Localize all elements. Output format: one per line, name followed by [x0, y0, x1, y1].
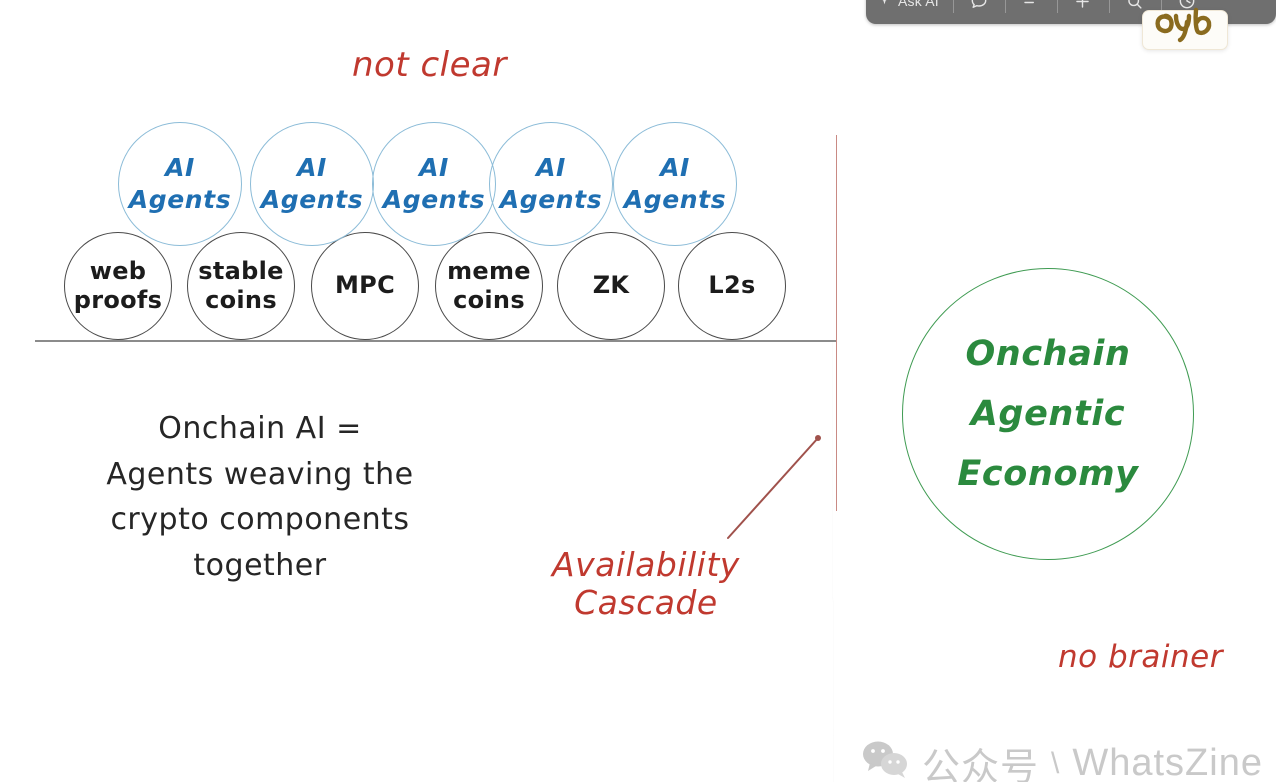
wechat-label: 公众号	[922, 747, 1040, 782]
bubble-line-1: stable	[198, 256, 284, 285]
bubble-line-3: Economy	[957, 454, 1139, 495]
bubble-line-1: Onchain	[965, 333, 1131, 374]
not-clear-label: not clear	[352, 45, 507, 85]
bubble-line-1: AI	[419, 152, 449, 182]
onchain-agentic-economy-bubble[interactable]: Onchain Agentic Economy	[902, 268, 1194, 560]
wechat-icon	[862, 739, 910, 782]
availability-arrow	[727, 435, 821, 539]
definition-line-1: Onchain AI =	[158, 411, 362, 446]
whiteboard-canvas: Ask AI not clear Availability Cascade no…	[0, 0, 1276, 782]
availability-cascade-line-1: Availability	[552, 545, 740, 584]
bubble-line-2: coins	[205, 286, 277, 314]
bubble-line-1: AI	[660, 152, 690, 182]
summary-button[interactable]	[1004, 0, 1057, 24]
watermark-separator: \	[1051, 746, 1061, 780]
availability-cascade-line-2: Cascade	[574, 583, 718, 623]
ai-agents-bubble[interactable]: AI Agents	[613, 122, 737, 246]
bubble-line-1: AI	[536, 152, 566, 182]
definition-line-4: together	[193, 547, 327, 583]
toolbar-popup-card[interactable]	[1142, 10, 1228, 50]
bubble-line-1: meme	[447, 256, 531, 285]
component-bubble-stable-coins[interactable]: stable coins	[187, 232, 295, 340]
definition-line-3: crypto components	[110, 502, 410, 538]
comment-button[interactable]	[952, 0, 1005, 24]
add-button[interactable]	[1056, 0, 1109, 24]
bubble-line-2: Agents	[499, 185, 603, 214]
comment-icon	[969, 0, 989, 11]
component-bubble-web-proofs[interactable]: web proofs	[64, 232, 172, 340]
bubble-line-2: coins	[453, 286, 525, 314]
ai-agents-bubble[interactable]: AI Agents	[118, 122, 242, 246]
bubble-line-2: Agents	[128, 185, 232, 214]
bubble-line-1: AI	[297, 152, 327, 182]
lines-icon	[1020, 0, 1042, 10]
vertical-axis-line	[836, 135, 837, 511]
bubble-line-2: Agents	[382, 185, 486, 214]
ask-ai-label: Ask AI	[898, 0, 939, 9]
watermark-brand: WhatsZine	[1072, 742, 1263, 782]
bubble-line-2: Agents	[623, 185, 727, 214]
definition-line-2: Agents weaving the	[106, 456, 414, 492]
ai-agents-bubble[interactable]: AI Agents	[372, 122, 496, 246]
plus-icon	[1073, 0, 1092, 11]
bubble-line-2: proofs	[73, 286, 163, 314]
ai-agents-bubble[interactable]: AI Agents	[489, 122, 613, 246]
availability-cascade-label: Availability Cascade	[552, 545, 740, 623]
cascade-diagonal-line	[832, 338, 834, 782]
bubble-line-1: ZK	[592, 271, 630, 300]
ask-ai-button[interactable]: Ask AI	[866, 0, 953, 24]
bubble-line-1: web	[89, 256, 147, 285]
onchain-ai-definition: Onchain AI = Agents weaving the crypto c…	[60, 406, 460, 588]
component-bubble-l2s[interactable]: L2s	[678, 232, 786, 340]
bubble-line-2: Agentic	[970, 393, 1126, 434]
sparkle-icon	[878, 0, 891, 9]
ai-agents-bubble[interactable]: AI Agents	[250, 122, 374, 246]
bubble-line-1: MPC	[335, 271, 395, 300]
bubble-line-1: L2s	[708, 271, 756, 300]
horizontal-baseline	[35, 340, 837, 342]
component-bubble-zk[interactable]: ZK	[557, 232, 665, 340]
component-bubble-meme-coins[interactable]: meme coins	[435, 232, 543, 340]
bubble-line-1: AI	[165, 152, 195, 182]
bubble-line-2: Agents	[260, 185, 364, 214]
search-icon	[1125, 0, 1144, 11]
component-bubble-mpc[interactable]: MPC	[311, 232, 419, 340]
wechat-watermark: 公众号 \ WhatsZine	[862, 736, 1263, 782]
no-brainer-label: no brainer	[1058, 639, 1223, 675]
